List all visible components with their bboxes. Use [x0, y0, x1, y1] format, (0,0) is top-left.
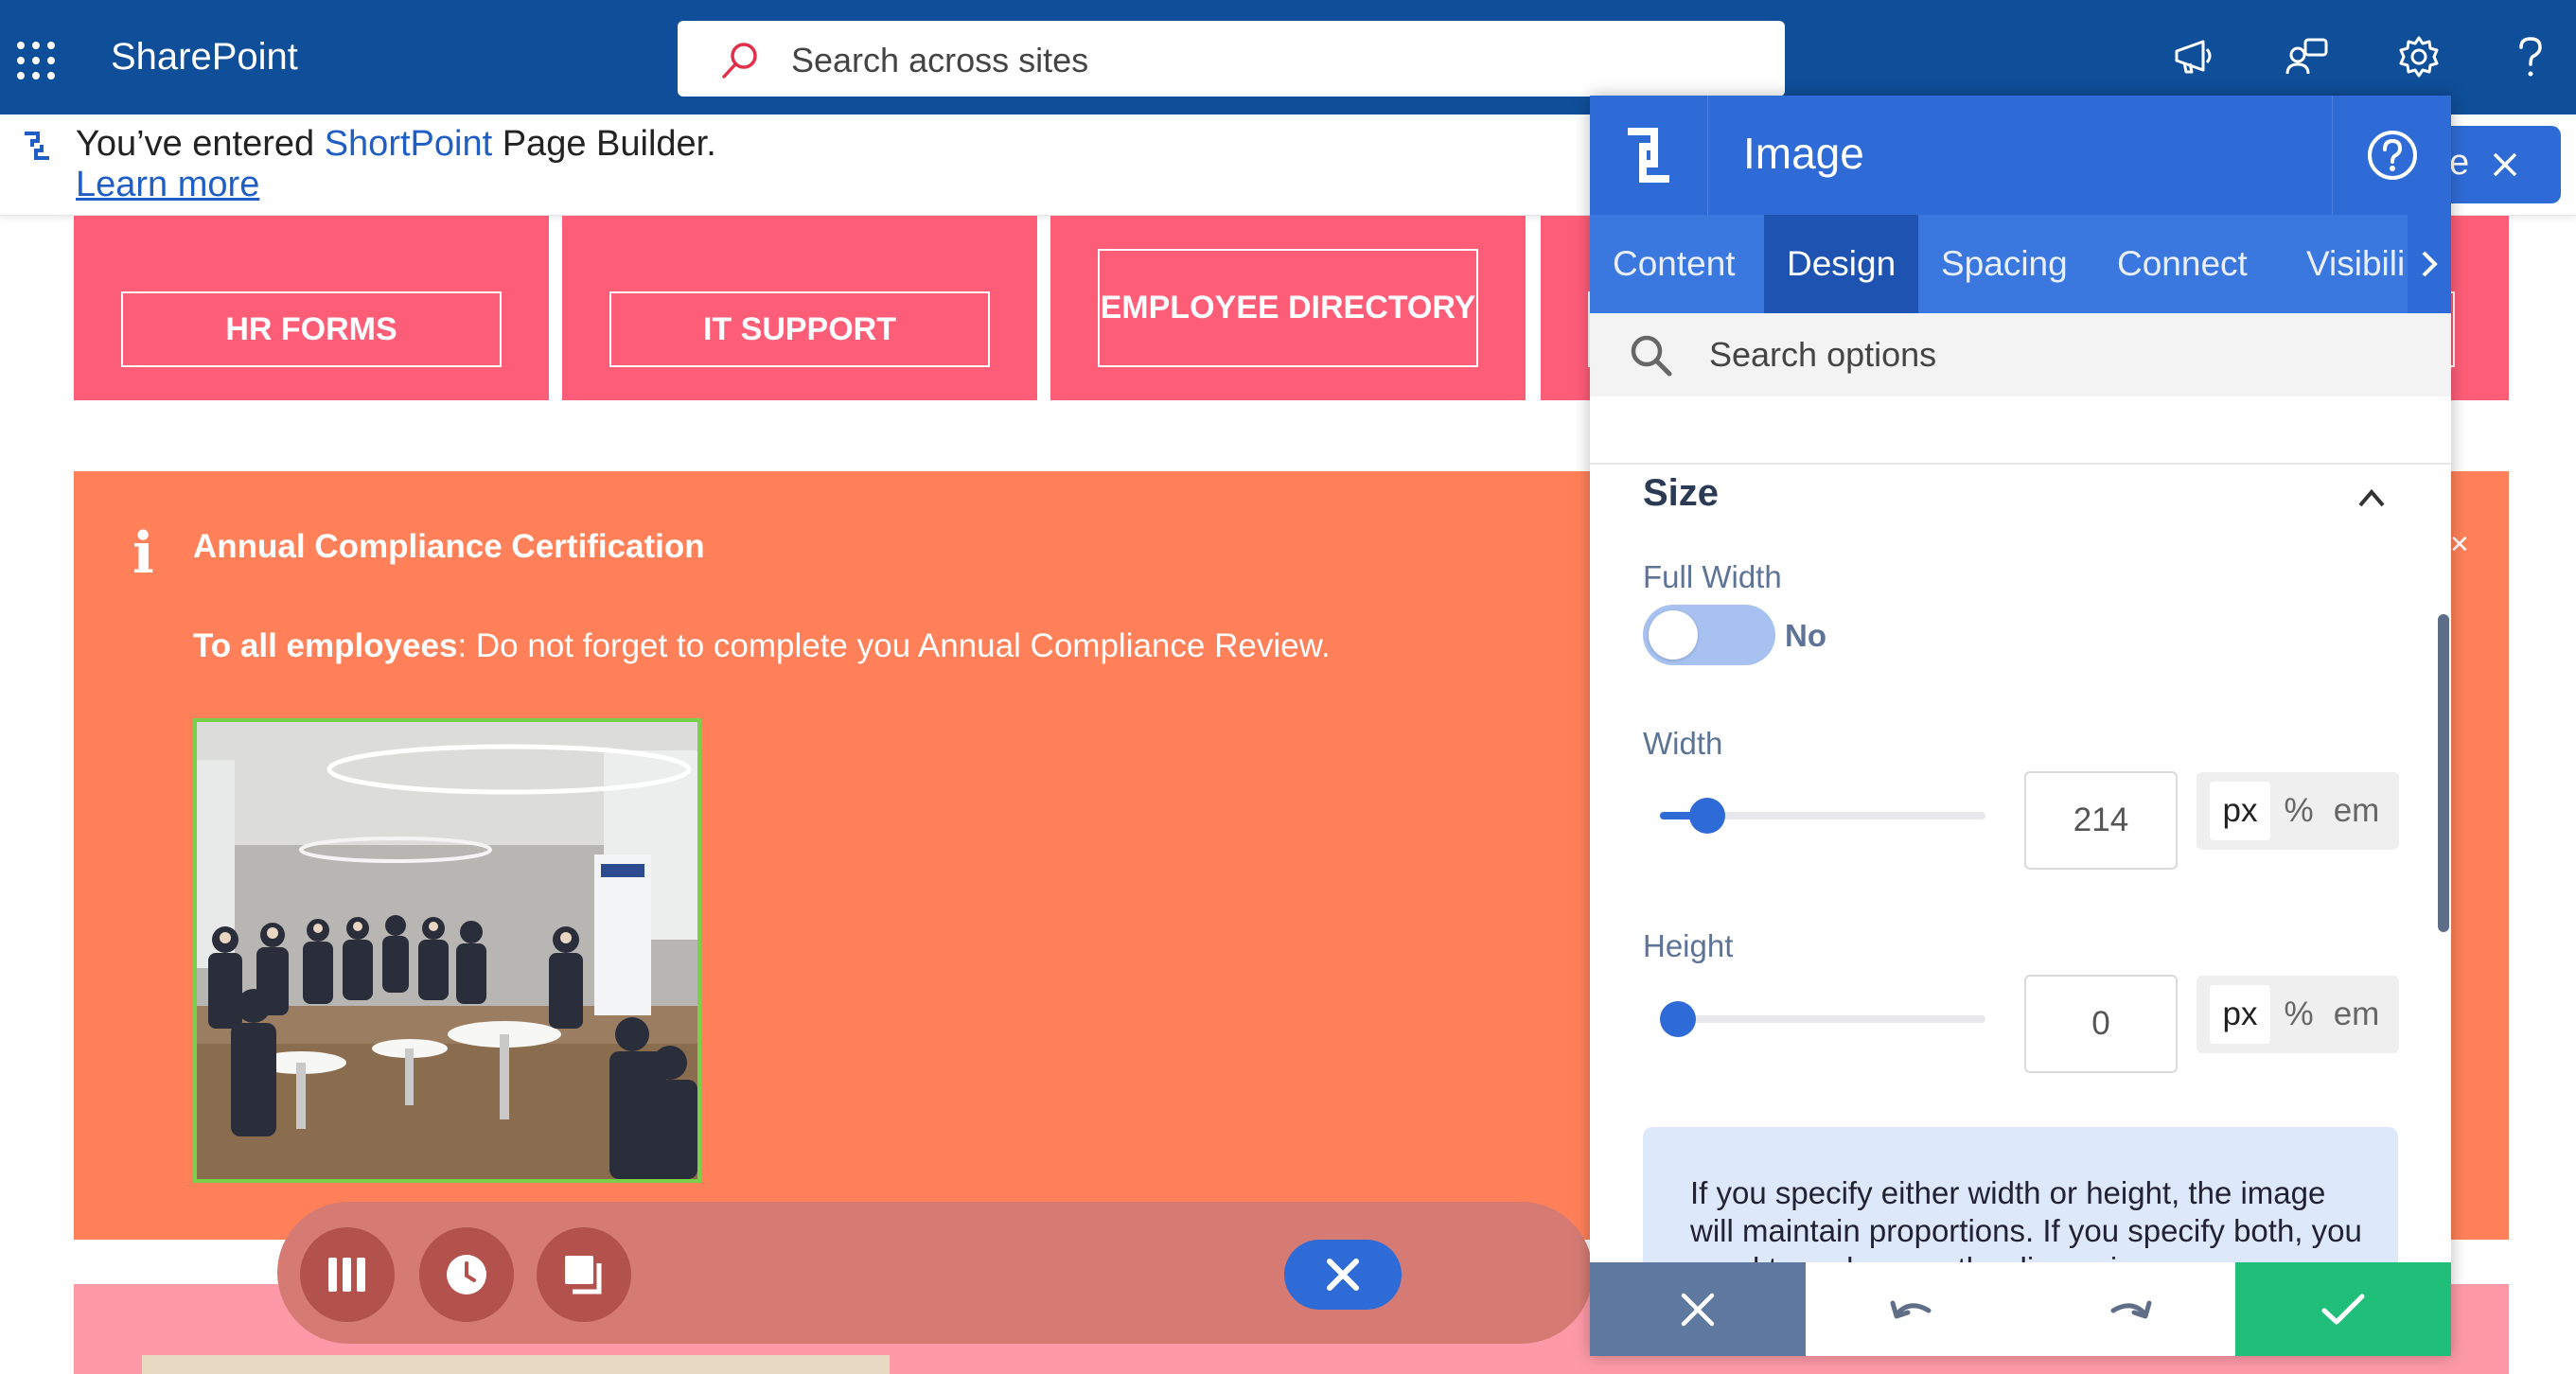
- width-label: Width: [1643, 726, 1723, 761]
- help-circle-icon: [2367, 131, 2417, 180]
- search-input[interactable]: Search across sites: [678, 21, 1785, 97]
- unit-em[interactable]: em: [2325, 782, 2388, 840]
- learn-more-link[interactable]: Learn more: [76, 165, 259, 204]
- height-unit-selector: px % em: [2197, 976, 2399, 1053]
- tile-it-support[interactable]: IT SUPPORT: [562, 216, 1037, 400]
- app-launcher-icon[interactable]: [17, 42, 55, 79]
- tab-spacing[interactable]: Spacing: [1918, 215, 2094, 313]
- gear-icon[interactable]: [2396, 34, 2442, 79]
- height-slider[interactable]: [1660, 1001, 1985, 1037]
- chevron-up-icon[interactable]: [2353, 479, 2391, 517]
- redo-button[interactable]: [2020, 1262, 2235, 1356]
- close-icon: [1681, 1293, 1715, 1326]
- panel-tabs: Content Design Spacing Connect Visibili: [1590, 215, 2451, 313]
- cancel-button[interactable]: [1590, 1262, 1806, 1356]
- search-icon: [1631, 335, 1672, 377]
- full-width-label: Full Width: [1643, 559, 1782, 594]
- columns-button[interactable]: [300, 1227, 395, 1322]
- undo-button[interactable]: [1806, 1262, 2020, 1356]
- panel-title: Image: [1743, 129, 1864, 178]
- height-label: Height: [1643, 928, 1734, 963]
- columns-icon: [328, 1258, 365, 1292]
- section-title-size[interactable]: Size: [1643, 472, 1719, 515]
- panel-help-button[interactable]: [2332, 96, 2451, 215]
- alert-body-rest: : Do not forget to complete you Annual C…: [457, 627, 1331, 664]
- tab-design[interactable]: Design: [1764, 215, 1918, 313]
- alert-body: To all employees: Do not forget to compl…: [193, 627, 1331, 665]
- tab-content[interactable]: Content: [1590, 215, 1764, 313]
- search-options-input[interactable]: Search options: [1590, 313, 2451, 396]
- checkmark-icon: [2321, 1294, 2365, 1324]
- tile-employee-directory[interactable]: EMPLOYEE DIRECTORY: [1050, 216, 1526, 400]
- tab-connect[interactable]: Connect: [2094, 215, 2284, 313]
- tile-button[interactable]: IT SUPPORT: [609, 291, 990, 367]
- close-icon: [2493, 152, 2517, 177]
- unit-em[interactable]: em: [2325, 985, 2388, 1044]
- tile-button[interactable]: HR FORMS: [121, 291, 502, 367]
- width-input[interactable]: 214: [2024, 771, 2178, 870]
- help-icon[interactable]: [2508, 34, 2553, 79]
- notice-prefix: You’ve entered: [76, 124, 325, 164]
- search-placeholder: Search across sites: [791, 41, 1089, 79]
- app-name[interactable]: SharePoint: [111, 36, 298, 79]
- alert-title: Annual Compliance Certification: [193, 528, 705, 565]
- undo-icon: [1890, 1300, 1931, 1318]
- search-icon: [722, 43, 757, 79]
- unit-px[interactable]: px: [2210, 782, 2270, 840]
- exit-builder-label: e: [2449, 143, 2470, 183]
- confirm-button[interactable]: [2235, 1262, 2451, 1356]
- height-slider-thumb[interactable]: [1660, 1001, 1696, 1037]
- close-icon: [1327, 1259, 1359, 1291]
- unit-percent[interactable]: %: [2280, 985, 2318, 1044]
- divider: [1590, 463, 2451, 465]
- shortpoint-logo-icon: [25, 132, 49, 160]
- panel-footer: [1590, 1262, 2451, 1356]
- shortpoint-logo-icon: [1590, 96, 1708, 215]
- chevron-right-icon: [2422, 251, 2438, 277]
- unit-px[interactable]: px: [2210, 985, 2270, 1044]
- full-width-state: No: [1785, 618, 1826, 653]
- tab-visibility[interactable]: Visibili: [2284, 215, 2408, 313]
- history-button[interactable]: [419, 1227, 514, 1322]
- layers-button[interactable]: [537, 1227, 631, 1322]
- close-toolbar-button[interactable]: [1284, 1240, 1402, 1310]
- clock-icon: [447, 1255, 486, 1295]
- notice-product: ShortPoint: [324, 124, 493, 164]
- conference-photo: [197, 722, 697, 1179]
- info-icon: i: [132, 520, 154, 587]
- layers-icon: [565, 1256, 602, 1295]
- width-slider-thumb[interactable]: [1688, 798, 1725, 834]
- tile-button[interactable]: EMPLOYEE DIRECTORY: [1098, 249, 1478, 367]
- notice-suffix: Page Builder.: [492, 124, 716, 164]
- full-width-toggle[interactable]: [1643, 605, 1775, 665]
- width-slider[interactable]: [1660, 798, 1985, 834]
- megaphone-icon[interactable]: [2171, 34, 2216, 79]
- tabs-scroll-right-button[interactable]: [2408, 215, 2451, 313]
- image-settings-panel: Image Content Design Spacing Connect Vis…: [1590, 96, 2451, 1356]
- tile-hr-forms[interactable]: HR FORMS: [74, 216, 549, 400]
- height-input[interactable]: 0: [2024, 975, 2178, 1073]
- unit-percent[interactable]: %: [2280, 782, 2318, 840]
- panel-scrollbar[interactable]: [2438, 614, 2449, 932]
- toggle-knob: [1649, 610, 1698, 660]
- alert-body-bold: To all employees: [193, 627, 458, 664]
- feedback-icon[interactable]: [2285, 34, 2330, 79]
- bottom-section-image: [142, 1355, 890, 1374]
- search-options-placeholder: Search options: [1709, 335, 1937, 374]
- selected-image[interactable]: [193, 718, 701, 1183]
- redo-icon: [2110, 1300, 2151, 1318]
- panel-header: Image: [1590, 96, 2451, 215]
- alert-close-icon[interactable]: ✕: [2449, 530, 2470, 559]
- notice-text: You’ve entered ShortPoint Page Builder. …: [76, 124, 738, 205]
- width-unit-selector: px % em: [2197, 772, 2399, 850]
